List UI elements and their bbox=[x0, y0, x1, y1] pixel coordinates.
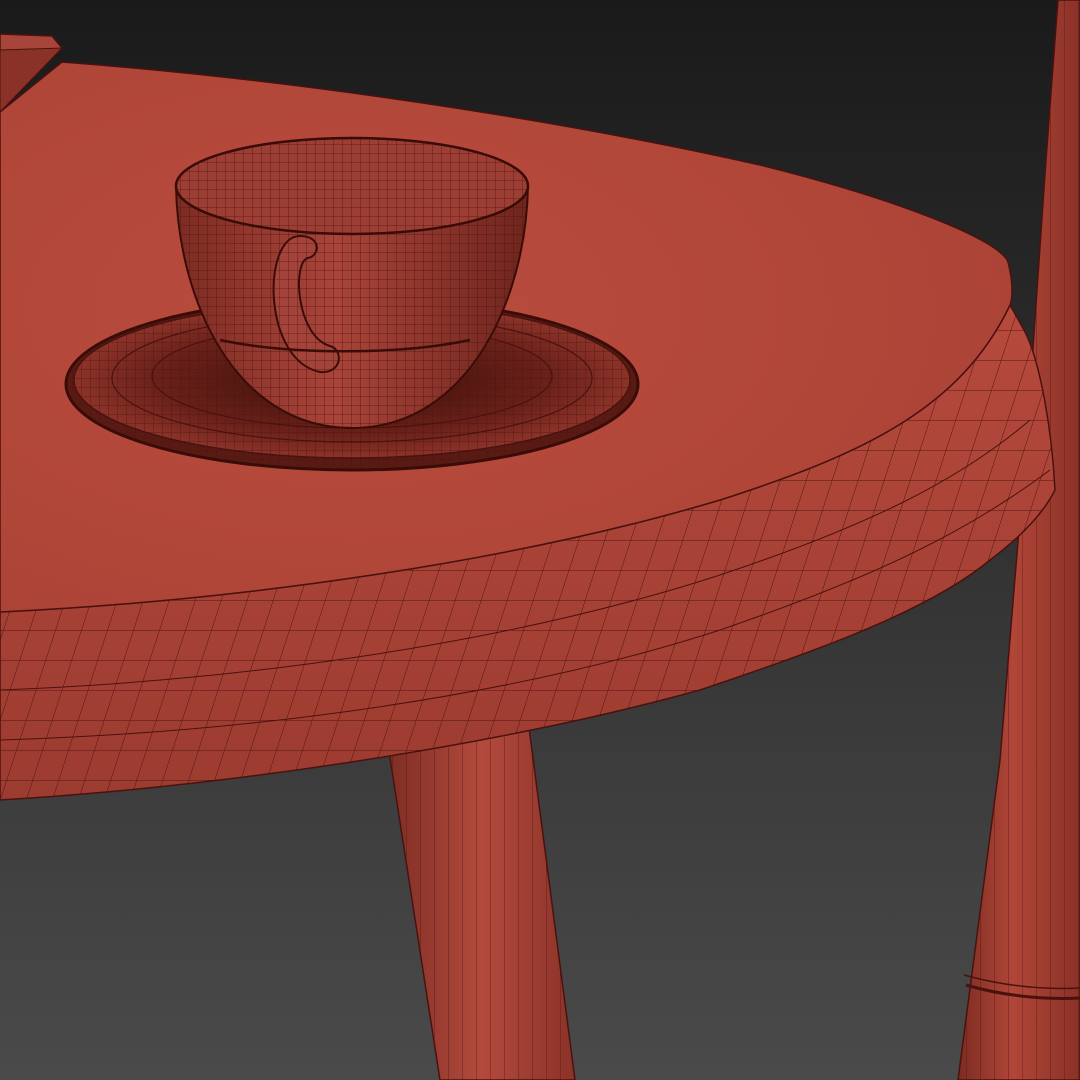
wireframe-render bbox=[0, 0, 1080, 1080]
3d-viewport[interactable] bbox=[0, 0, 1080, 1080]
